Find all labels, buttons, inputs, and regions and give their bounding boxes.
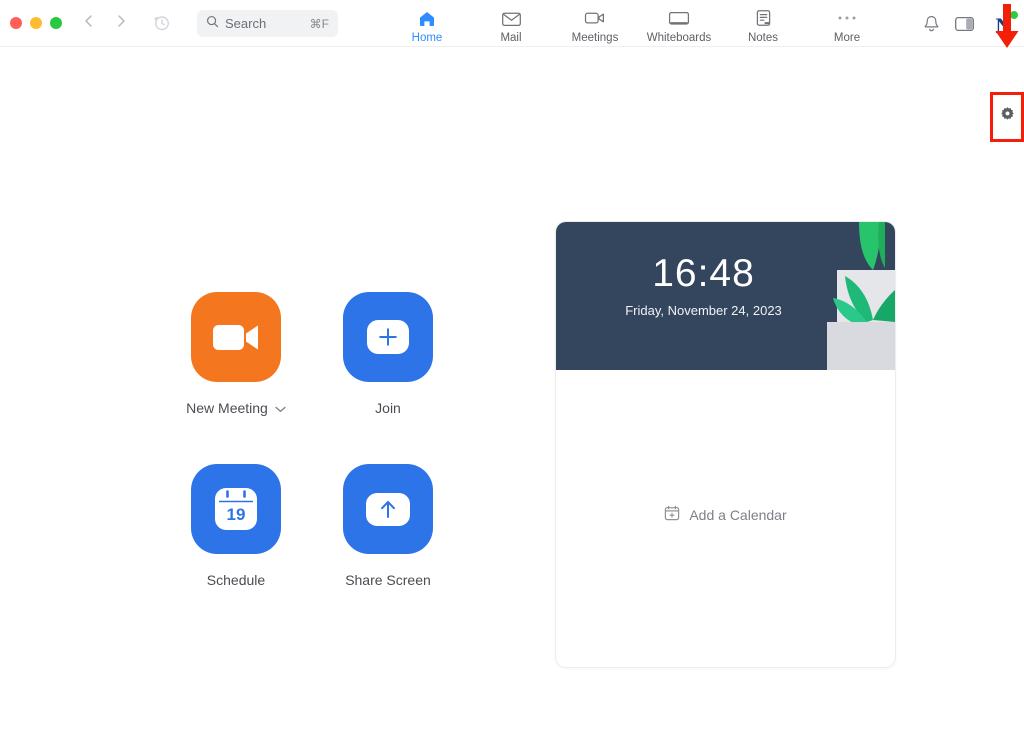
tab-notes-label: Notes bbox=[747, 32, 779, 44]
back-button[interactable] bbox=[80, 12, 98, 30]
calendar-day-number: 19 bbox=[226, 505, 246, 524]
clock-history-icon[interactable] bbox=[152, 13, 172, 38]
navigation-arrows bbox=[80, 12, 130, 30]
search-icon bbox=[206, 15, 219, 33]
tab-notes[interactable]: Notes bbox=[721, 4, 805, 45]
new-meeting-button[interactable]: New Meeting bbox=[160, 292, 312, 464]
tab-home[interactable]: Home bbox=[385, 4, 469, 45]
quick-actions-grid: New Meeting Join 19 Schedule Share Scree… bbox=[160, 292, 464, 636]
schedule-button[interactable]: 19 Schedule bbox=[160, 464, 312, 636]
monitor-icon bbox=[668, 8, 690, 28]
settings-gear-button[interactable] bbox=[990, 92, 1024, 142]
bell-icon[interactable] bbox=[922, 14, 941, 39]
tab-home-label: Home bbox=[411, 32, 443, 44]
tab-mail[interactable]: Mail bbox=[469, 4, 553, 45]
mail-icon bbox=[501, 8, 522, 28]
home-icon bbox=[417, 8, 437, 28]
join-icon-tile bbox=[343, 292, 433, 382]
maximize-window-button[interactable] bbox=[50, 17, 62, 29]
share-screen-icon-tile bbox=[343, 464, 433, 554]
new-meeting-icon-tile bbox=[191, 292, 281, 382]
window-controls bbox=[10, 17, 62, 29]
gear-icon bbox=[999, 106, 1016, 128]
new-meeting-label: New Meeting bbox=[186, 400, 268, 416]
home-content: New Meeting Join 19 Schedule Share Scree… bbox=[0, 47, 1024, 741]
tab-whiteboards[interactable]: Whiteboards bbox=[637, 4, 721, 45]
presence-indicator bbox=[1009, 10, 1019, 20]
search-shortcut-hint: ⌘F bbox=[309, 16, 329, 31]
forward-button[interactable] bbox=[112, 12, 130, 30]
clock-date: Friday, November 24, 2023 bbox=[625, 303, 782, 318]
close-window-button[interactable] bbox=[10, 17, 22, 29]
avatar[interactable]: N bbox=[988, 10, 1019, 41]
tab-more-label: More bbox=[833, 32, 861, 44]
video-camera-icon bbox=[584, 8, 607, 28]
clock-time: 16:48 bbox=[652, 252, 755, 295]
note-icon bbox=[755, 8, 772, 28]
ellipsis-icon bbox=[836, 8, 858, 28]
search-placeholder: Search bbox=[225, 16, 267, 31]
schedule-icon-tile: 19 bbox=[191, 464, 281, 554]
search-input[interactable]: Search ⌘F bbox=[197, 10, 338, 37]
clock-hero: 16:48 Friday, November 24, 2023 bbox=[556, 222, 895, 370]
add-calendar-label: Add a Calendar bbox=[689, 506, 787, 523]
minimize-window-button[interactable] bbox=[30, 17, 42, 29]
plus-icon bbox=[367, 320, 409, 354]
tab-mail-label: Mail bbox=[500, 32, 522, 44]
add-calendar-button[interactable]: Add a Calendar bbox=[664, 505, 787, 524]
sidebar-panel-icon[interactable] bbox=[954, 15, 975, 38]
schedule-label: Schedule bbox=[206, 572, 266, 588]
header-right-actions: N bbox=[922, 10, 1019, 41]
share-screen-label: Share Screen bbox=[345, 572, 431, 588]
share-screen-button[interactable]: Share Screen bbox=[312, 464, 464, 636]
video-camera-icon bbox=[213, 324, 258, 350]
tab-meetings-label: Meetings bbox=[571, 32, 619, 44]
title-bar: Search ⌘F Home Mail Meetings Whiteboards… bbox=[0, 0, 1024, 48]
calendar-plus-icon bbox=[664, 505, 680, 524]
join-button[interactable]: Join bbox=[312, 292, 464, 464]
tab-meetings[interactable]: Meetings bbox=[553, 4, 637, 45]
join-label: Join bbox=[375, 400, 401, 416]
new-meeting-label-row: New Meeting bbox=[186, 400, 286, 416]
tab-whiteboards-label: Whiteboards bbox=[646, 32, 712, 44]
clock-text-block: 16:48 Friday, November 24, 2023 bbox=[556, 252, 895, 318]
chevron-down-icon[interactable] bbox=[275, 400, 286, 416]
calendar-card: 16:48 Friday, November 24, 2023 Add a Ca… bbox=[555, 221, 896, 668]
calendar-icon: 19 bbox=[215, 488, 257, 530]
tab-more[interactable]: More bbox=[805, 4, 889, 45]
calendar-empty-state: Add a Calendar bbox=[556, 370, 895, 667]
main-tabs: Home Mail Meetings Whiteboards Notes Mor… bbox=[385, 4, 889, 45]
arrow-up-icon bbox=[366, 492, 410, 526]
